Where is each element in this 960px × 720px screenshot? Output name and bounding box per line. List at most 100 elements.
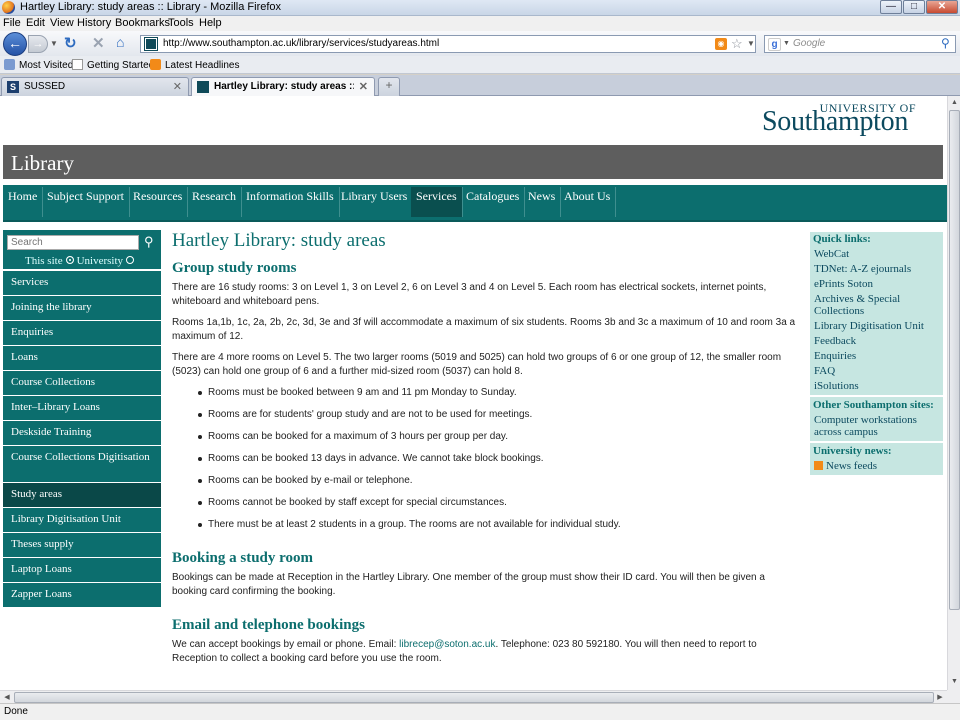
left-nav-joining-the-library[interactable]: Joining the library <box>3 296 161 320</box>
nav-library-users[interactable]: Library Users <box>336 187 414 217</box>
reload-icon[interactable]: ↻ <box>64 34 77 52</box>
minimize-button[interactable]: — <box>880 0 902 14</box>
quick-link-faq[interactable]: FAQ <box>810 365 943 380</box>
nav-information-skills[interactable]: Information Skills <box>241 187 340 217</box>
bookmark-label: Latest Headlines <box>165 60 240 71</box>
quick-link-enquiries[interactable]: Enquiries <box>810 350 943 365</box>
left-nav-inter-library-loans[interactable]: Inter–Library Loans <box>3 396 161 420</box>
left-nav-enquiries[interactable]: Enquiries <box>3 321 161 345</box>
vertical-scrollbar[interactable]: ▲ ▼ <box>947 96 960 690</box>
tab-sussed[interactable]: S SUSSED ✕ <box>1 77 189 96</box>
google-engine-icon[interactable]: g <box>768 38 781 51</box>
close-tab-icon[interactable]: ✕ <box>173 80 182 93</box>
search-icon[interactable]: ⚲ <box>144 234 154 250</box>
paragraph-room-count: There are 16 study rooms: 3 on Level 1, … <box>172 282 767 307</box>
search-placeholder[interactable]: Google <box>793 38 825 49</box>
status-bar: Done <box>0 703 960 720</box>
nav-home[interactable]: Home <box>3 187 44 217</box>
home-icon[interactable]: ⌂ <box>116 34 124 50</box>
close-tab-icon[interactable]: ✕ <box>359 80 368 93</box>
heading-booking-a-study-room: Booking a study room <box>172 550 314 566</box>
news-feeds-label: News feeds <box>826 460 878 472</box>
link-computer-workstations[interactable]: Computer workstations across campus <box>810 414 943 439</box>
menu-history[interactable]: History <box>77 17 111 29</box>
stop-icon[interactable]: ✕ <box>92 34 105 52</box>
url-text[interactable]: http://www.southampton.ac.uk/library/ser… <box>163 38 439 49</box>
left-nav-course-collections[interactable]: Course Collections <box>3 371 161 395</box>
quick-link-isolutions[interactable]: iSolutions <box>810 380 943 393</box>
quick-link-feedback[interactable]: Feedback <box>810 335 943 350</box>
engine-dropdown-icon[interactable]: ▼ <box>783 40 790 47</box>
left-nav-laptop-loans[interactable]: Laptop Loans <box>3 558 161 582</box>
left-nav-study-areas[interactable]: Study areas <box>3 483 161 507</box>
scope-this-site-radio[interactable] <box>65 256 74 264</box>
scrollbar-corner <box>947 690 960 703</box>
email-link[interactable]: librecep@soton.ac.uk <box>399 639 495 650</box>
left-nav-library-digitisation-unit[interactable]: Library Digitisation Unit <box>3 508 161 532</box>
quick-link-tdnet[interactable]: TDNet: A-Z ejournals <box>810 263 943 278</box>
back-arrow-icon[interactable]: ← <box>3 32 27 56</box>
nav-news[interactable]: News <box>523 187 562 217</box>
university-news-heading: University news: <box>813 445 892 457</box>
quick-link-webcat[interactable]: WebCat <box>810 248 943 263</box>
menu-view[interactable]: View <box>50 17 74 29</box>
section-title[interactable]: Library <box>11 151 74 176</box>
status-text: Done <box>4 706 28 717</box>
email-text-before: We can accept bookings by email or phone… <box>172 639 400 650</box>
list-item: Rooms can be booked 13 days in advance. … <box>172 452 802 474</box>
left-nav-theses-supply[interactable]: Theses supply <box>3 533 161 557</box>
nav-about-us[interactable]: About Us <box>559 187 617 217</box>
left-nav-course-collections-digitisation[interactable]: Course Collections Digitisation <box>3 446 161 482</box>
rss-icon <box>814 461 823 470</box>
maximize-button[interactable]: □ <box>903 0 925 14</box>
paragraph-email-telephone: We can accept bookings by email or phone… <box>172 638 802 666</box>
nav-catalogues[interactable]: Catalogues <box>461 187 526 217</box>
quick-link-digitisation-unit[interactable]: Library Digitisation Unit <box>810 320 943 335</box>
university-logo[interactable]: UNIVERSITY OF Southampton <box>762 100 932 140</box>
horizontal-scrollbar[interactable]: ◀ ▶ <box>0 690 947 703</box>
menu-edit[interactable]: Edit <box>26 17 45 29</box>
sidebar-divider <box>810 441 943 443</box>
nav-resources[interactable]: Resources <box>128 187 189 217</box>
site-search-input[interactable] <box>7 235 139 250</box>
quick-link-archives[interactable]: Archives & Special Collections <box>810 293 943 320</box>
left-nav-deskside-training[interactable]: Deskside Training <box>3 421 161 445</box>
menu-tools[interactable]: Tools <box>168 17 194 29</box>
quick-links-heading: Quick links: <box>813 233 871 245</box>
left-nav-services[interactable]: Services <box>3 271 161 295</box>
page-icon <box>72 59 83 70</box>
scroll-down-icon[interactable]: ▼ <box>949 676 960 688</box>
menu-bookmarks[interactable]: Bookmarks <box>115 17 170 29</box>
menu-file[interactable]: File <box>3 17 21 29</box>
left-nav-loans[interactable]: Loans <box>3 346 161 370</box>
horizontal-scroll-thumb[interactable] <box>14 692 934 703</box>
nav-research[interactable]: Research <box>187 187 242 217</box>
star-icon[interactable]: ☆ <box>731 36 743 52</box>
left-navigation: Services Joining the library Enquiries L… <box>3 271 161 608</box>
close-window-button[interactable]: ✕ <box>926 0 958 14</box>
window-title: Hartley Library: study areas :: Library … <box>20 1 282 13</box>
url-dropdown-icon[interactable]: ▼ <box>747 39 755 48</box>
tab-hartley-library[interactable]: Hartley Library: study areas :: Libr... … <box>191 77 375 97</box>
bookmark-latest-headlines[interactable]: Latest Headlines <box>150 59 240 71</box>
nav-subject-support[interactable]: Subject Support <box>42 187 130 217</box>
url-bar[interactable]: http://www.southampton.ac.uk/library/ser… <box>140 35 756 53</box>
quick-link-eprints[interactable]: ePrints Soton <box>810 278 943 293</box>
bookmark-getting-started[interactable]: Getting Started <box>72 59 154 71</box>
scope-university-radio[interactable] <box>126 256 135 264</box>
search-bar[interactable]: g ▼ Google ⚲ <box>764 35 956 53</box>
forward-arrow-icon[interactable]: → <box>28 35 48 53</box>
new-tab-button[interactable]: + <box>378 77 400 96</box>
menu-help[interactable]: Help <box>199 17 222 29</box>
heading-group-study-rooms: Group study rooms <box>172 260 297 276</box>
rss-icon[interactable]: ◉ <box>715 38 727 50</box>
bookmark-most-visited[interactable]: Most Visited <box>4 59 73 71</box>
scroll-up-icon[interactable]: ▲ <box>949 97 960 109</box>
left-nav-zapper-loans[interactable]: Zapper Loans <box>3 583 161 607</box>
nav-services[interactable]: Services <box>411 187 463 217</box>
search-icon[interactable]: ⚲ <box>941 36 950 50</box>
news-feeds-link[interactable]: News feeds <box>810 460 943 475</box>
vertical-scroll-thumb[interactable] <box>949 110 960 610</box>
history-dropdown-icon[interactable]: ▼ <box>50 39 58 48</box>
scope-this-site-label: This site <box>25 255 63 267</box>
